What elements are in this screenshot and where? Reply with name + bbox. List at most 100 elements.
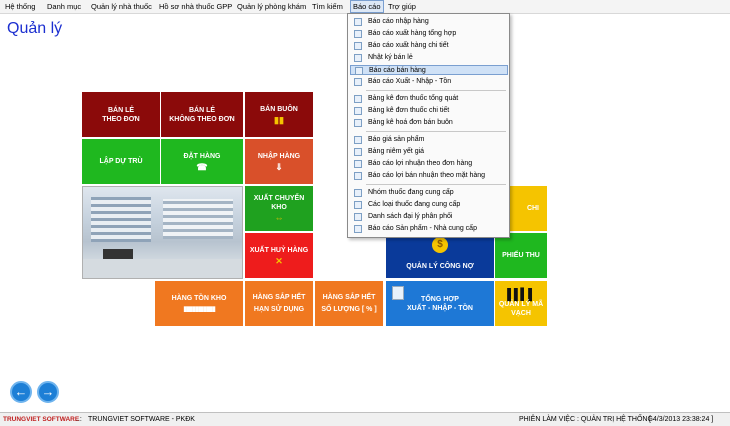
status-brand: TRUNGVIET SOFTWARE [3, 416, 80, 423]
menu-quan-ly-nha-thuoc[interactable]: Quản lý nhà thuốc [89, 2, 154, 11]
price-icon [354, 148, 362, 156]
price-icon [354, 136, 362, 144]
status-datetime: [ 4/3/2013 23:38:24 ] [649, 416, 714, 423]
quan-ly-ma-vach-label: QUẢN LÝ MÃ VẠCH [498, 301, 544, 317]
dd-bang-ke-hoa-don-ban-buon[interactable]: Bảng kê hoá đơn bán buôn [350, 118, 508, 128]
price-icon [354, 160, 362, 168]
status-company: TRUNGVIET SOFTWARE - PKĐK [88, 416, 195, 423]
status-dots: ..: [76, 416, 82, 423]
list-icon [354, 189, 362, 197]
menu-quan-ly-phong-kham[interactable]: Quản lý phòng khám [235, 2, 308, 11]
dd-separator [366, 131, 506, 132]
bao-cao-dropdown: Báo cáo nhập hàng Báo cáo xuất hàng tổng… [347, 13, 510, 238]
dd-loai-thuoc-cung-cap[interactable]: Các loại thuốc đang cung cấp [350, 200, 508, 210]
dd-separator [366, 184, 506, 185]
ban-buon-tile[interactable]: BÁN BUÔN ▮▮ [245, 92, 313, 137]
dd-bao-gia-san-pham[interactable]: Báo giá sản phẩm [350, 135, 508, 145]
price-icon [354, 172, 362, 180]
xuat-chuyen-kho-tile[interactable]: XUẤT CHUYỂN KHO ⇔ [245, 186, 313, 231]
hang-sap-het-han-label: HÀNG SẮP HẾT HẠN SỬ DỤNG [252, 293, 306, 313]
pharmacy-photo [82, 186, 243, 279]
back-button[interactable]: ← [10, 381, 32, 403]
dd-item-label: Bảng kê hoá đơn bán buôn [368, 119, 453, 126]
dat-hang-tile[interactable]: ĐẶT HÀNG ☎ [161, 139, 243, 184]
dd-item-label: Bảng niêm yết giá [368, 148, 425, 155]
menu-he-thong[interactable]: Hệ thống [3, 2, 37, 11]
arrow-down-icon: ⇓ [275, 161, 283, 172]
status-session: PHIÊN LÀM VIỆC : QUẢN TRỊ HỆ THỐNG [519, 416, 653, 423]
dd-loi-nhuan-mat-hang[interactable]: Báo cáo lợi bán nhuận theo mặt hàng [350, 171, 508, 181]
dd-item-label: Nhóm thuốc đang cung cấp [368, 189, 454, 196]
list-icon [354, 225, 362, 233]
dd-nhom-thuoc-cung-cap[interactable]: Nhóm thuốc đang cung cấp [350, 188, 508, 198]
xuat-chuyen-kho-label: XUẤT CHUYỂN KHO [253, 195, 305, 211]
phieu-thu-label: PHIẾU THU [502, 252, 540, 259]
dd-bao-cao-nhap-hang[interactable]: Báo cáo nhập hàng [350, 17, 508, 27]
dd-item-label: Báo cáo bán hàng [369, 67, 426, 74]
swap-icon: ⇔ [274, 213, 284, 223]
menu-bao-cao[interactable]: Báo cáo [350, 0, 384, 13]
hang-ton-kho-tile[interactable]: HÀNG TỒN KHO ▮▮▮▮▮▮▮▮▮▮▮ [155, 281, 243, 326]
hang-sap-het-han-tile[interactable]: HÀNG SẮP HẾT HẠN SỬ DỤNG [245, 281, 313, 326]
dd-item-label: Nhật ký bán lẻ [368, 54, 413, 61]
tong-hop-label: TỔNG HỢP XUẤT - NHẬP - TỒN [407, 295, 473, 312]
dd-item-label: Báo cáo lợi nhuận theo đơn hàng [368, 160, 473, 167]
tong-hop-tile[interactable]: TỔNG HỢP XUẤT - NHẬP - TỒN [386, 281, 494, 326]
quan-ly-cong-no-tile[interactable]: $ QUẢN LÝ CÔNG NỢ [386, 233, 494, 278]
lap-du-tru-tile[interactable]: LẬP DỰ TRÙ [82, 139, 160, 184]
document-icon [392, 286, 404, 300]
document-icon [354, 119, 362, 127]
nhap-hang-label: NHẬP HÀNG [257, 152, 301, 160]
xuat-huy-hang-label: XUẤT HUỶ HÀNG [249, 246, 309, 254]
report-icon [354, 54, 362, 62]
ban-buon-label: BÁN BUÔN [260, 105, 298, 113]
status-bar: TRUNGVIET SOFTWARE ..: TRUNGVIET SOFTWAR… [0, 412, 730, 426]
forward-button[interactable]: → [37, 381, 59, 403]
menu-danh-muc[interactable]: Danh mục [45, 2, 83, 11]
dd-bang-niem-yet-gia[interactable]: Bảng niêm yết giá [350, 147, 508, 157]
ban-le-theo-don-label: BÁN LẺ THEO ĐƠN [102, 106, 140, 123]
dd-bang-ke-don-chi-tiet[interactable]: Bảng kê đơn thuốc chi tiết [350, 106, 508, 116]
menu-tro-giup[interactable]: Trợ giúp [386, 2, 418, 11]
dd-bao-cao-xnt[interactable]: Báo cáo Xuất - Nhập - Tồn [350, 77, 508, 87]
dd-bao-cao-xuat-chi-tiet[interactable]: Báo cáo xuất hàng chi tiết [350, 41, 508, 51]
dd-item-label: Báo cáo xuất hàng tổng hợp [368, 30, 457, 37]
arrow-left-icon: ← [14, 384, 28, 399]
menu-ho-so-gpp[interactable]: Hồ sơ nhà thuốc GPP [157, 2, 234, 11]
dd-item-label: Bảng kê đơn thuốc tổng quát [368, 95, 459, 102]
dd-item-label: Báo cáo xuất hàng chi tiết [368, 42, 449, 49]
ban-le-theo-don-tile[interactable]: BÁN LẺ THEO ĐƠN [82, 92, 160, 137]
dd-loi-nhuan-don-hang[interactable]: Báo cáo lợi nhuận theo đơn hàng [350, 159, 508, 169]
dd-separator [366, 90, 506, 91]
dd-item-label: Báo cáo Xuất - Nhập - Tồn [368, 78, 452, 85]
page-title: Quản lý [7, 20, 63, 37]
dd-item-label: Báo giá sản phẩm [368, 136, 425, 143]
dd-bao-cao-xuat-tong-hop[interactable]: Báo cáo xuất hàng tổng hợp [350, 29, 508, 39]
coin-icon: $ [432, 237, 448, 253]
quan-ly-cong-no-label: QUẢN LÝ CÔNG NỢ [406, 263, 474, 270]
dd-item-label: Danh sách đại lý phân phối [368, 213, 453, 220]
quan-ly-ma-vach-tile[interactable]: ▌▌▍▌ QUẢN LÝ MÃ VẠCH [495, 281, 547, 326]
lap-du-tru-label: LẬP DỰ TRÙ [99, 158, 143, 165]
progress-bar-icon: ▮▮▮▮▮▮▮▮▮▮▮ [183, 305, 215, 313]
phieu-chi-label: CHI [526, 205, 539, 212]
dd-dai-ly-phan-phoi[interactable]: Danh sách đại lý phân phối [350, 212, 508, 222]
menu-bar: Hệ thống Danh mục Quản lý nhà thuốc Hồ s… [0, 0, 730, 14]
dat-hang-label: ĐẶT HÀNG [183, 152, 221, 160]
xuat-huy-hang-tile[interactable]: XUẤT HUỶ HÀNG ✕ [245, 233, 313, 278]
cross-icon: ✕ [275, 255, 283, 266]
hang-sap-het-so-luong-label: HÀNG SẮP HẾT SỐ LƯỢNG [ % ] [321, 293, 377, 313]
menu-tim-kiem[interactable]: Tìm kiếm [310, 2, 345, 11]
phieu-thu-tile[interactable]: PHIẾU THU [495, 233, 547, 278]
dd-san-pham-nha-cung-cap[interactable]: Báo cáo Sản phẩm - Nhà cung cấp [350, 224, 508, 234]
hang-sap-het-so-luong-tile[interactable]: HÀNG SẮP HẾT SỐ LƯỢNG [ % ] [315, 281, 383, 326]
ban-le-khong-theo-don-tile[interactable]: BÁN LẺ KHÔNG THEO ĐƠN [161, 92, 243, 137]
dd-bao-cao-ban-hang[interactable]: Báo cáo bán hàng [350, 65, 508, 75]
list-icon [354, 201, 362, 209]
ban-le-khong-theo-don-label: BÁN LẺ KHÔNG THEO ĐƠN [169, 106, 235, 123]
nhap-hang-tile[interactable]: NHẬP HÀNG ⇓ [245, 139, 313, 184]
dd-bang-ke-don-tong-quat[interactable]: Bảng kê đơn thuốc tổng quát [350, 94, 508, 104]
phone-icon: ☎ [196, 161, 208, 172]
dd-nhat-ky-ban-le[interactable]: Nhật ký bán lẻ [350, 53, 508, 63]
report-icon [354, 42, 362, 50]
